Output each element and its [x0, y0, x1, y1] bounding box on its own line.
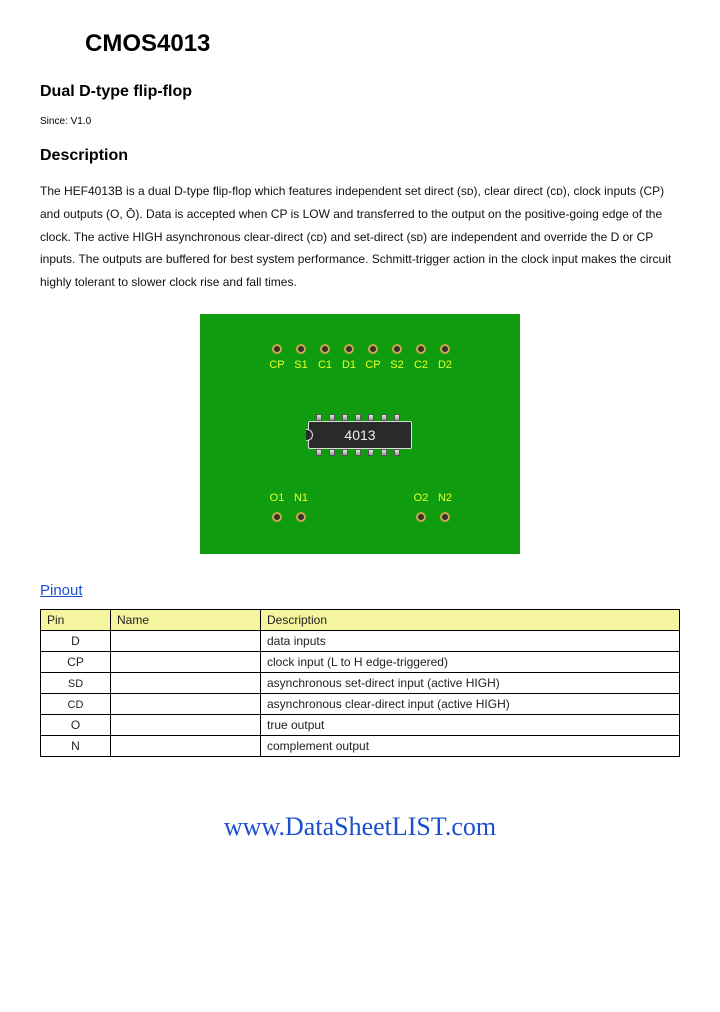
pin-label: N2	[434, 492, 456, 504]
cell-desc: asynchronous clear-direct input (active …	[261, 693, 680, 714]
cell-pin: D	[41, 630, 111, 651]
pad-icon	[440, 512, 450, 522]
component-subtitle: Dual D-type flip-flop	[40, 83, 680, 101]
cell-pin: CP	[41, 651, 111, 672]
cell-name	[111, 630, 261, 651]
pad-icon	[344, 344, 354, 354]
cell-desc: data inputs	[261, 630, 680, 651]
cell-name	[111, 735, 261, 756]
pad-icon	[272, 344, 282, 354]
pin-label: C2	[410, 359, 432, 371]
pinout-link[interactable]: Pinout	[40, 582, 83, 599]
chip-label: 4013	[308, 421, 412, 449]
cell-pin: SD	[41, 672, 111, 693]
cell-name	[111, 672, 261, 693]
pad-icon	[296, 512, 306, 522]
cell-pin: CD	[41, 693, 111, 714]
pin-label: CP	[266, 359, 288, 371]
datasheet-page: CMOS4013 Dual D-type flip-flop Since: V1…	[0, 0, 720, 852]
pin-label: N1	[290, 492, 312, 504]
pad-icon	[320, 344, 330, 354]
pad-icon	[368, 344, 378, 354]
col-name: Name	[111, 609, 261, 630]
since-label: Since: V1.0	[40, 116, 680, 127]
cell-pin: N	[41, 735, 111, 756]
pin-label: C1	[314, 359, 336, 371]
cell-name	[111, 714, 261, 735]
pad-icon	[416, 512, 426, 522]
cell-name	[111, 693, 261, 714]
pin-label: D2	[434, 359, 456, 371]
pin-label: O1	[266, 492, 288, 504]
pad-icon	[296, 344, 306, 354]
pad-icon	[440, 344, 450, 354]
chip-icon: 4013	[308, 414, 412, 456]
pinout-table: Pin Name Description D data inputs CP cl…	[40, 609, 680, 757]
description-text: The HEF4013B is a dual D-type flip-flop …	[40, 180, 680, 294]
cell-pin: O	[41, 714, 111, 735]
pin-label: S1	[290, 359, 312, 371]
description-heading: Description	[40, 147, 680, 165]
table-row: O true output	[41, 714, 680, 735]
pcb-board: CP S1 C1 D1 CP S2 C2 D2 4013 O1 N1 O2	[200, 314, 520, 554]
pad-icon	[272, 512, 282, 522]
pad-icon	[416, 344, 426, 354]
table-row: CP clock input (L to H edge-triggered)	[41, 651, 680, 672]
pin-label: O2	[410, 492, 432, 504]
board-diagram-wrapper: CP S1 C1 D1 CP S2 C2 D2 4013 O1 N1 O2	[40, 314, 680, 557]
pin-label: D1	[338, 359, 360, 371]
col-pin: Pin	[41, 609, 111, 630]
table-row: SD asynchronous set-direct input (active…	[41, 672, 680, 693]
pad-icon	[392, 344, 402, 354]
table-header-row: Pin Name Description	[41, 609, 680, 630]
cell-desc: complement output	[261, 735, 680, 756]
table-row: D data inputs	[41, 630, 680, 651]
cell-desc: true output	[261, 714, 680, 735]
page-title: CMOS4013	[85, 30, 680, 58]
cell-desc: asynchronous set-direct input (active HI…	[261, 672, 680, 693]
table-row: N complement output	[41, 735, 680, 756]
col-desc: Description	[261, 609, 680, 630]
pin-label: CP	[362, 359, 384, 371]
footer-url[interactable]: www.DataSheetLIST.com	[40, 812, 680, 842]
cell-desc: clock input (L to H edge-triggered)	[261, 651, 680, 672]
pin-label: S2	[386, 359, 408, 371]
cell-name	[111, 651, 261, 672]
table-row: CD asynchronous clear-direct input (acti…	[41, 693, 680, 714]
